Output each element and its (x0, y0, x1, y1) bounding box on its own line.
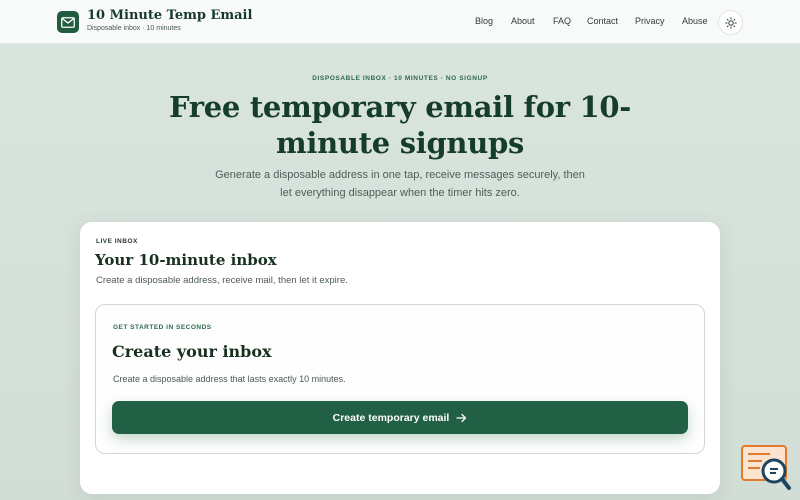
support-widget-button[interactable] (740, 444, 792, 492)
create-inbox-panel: GET STARTED IN SECONDS Create your inbox… (95, 304, 705, 454)
nav-about[interactable]: About (511, 16, 535, 26)
panel-description: Create a disposable address that lasts e… (113, 374, 346, 384)
arrow-right-icon (456, 413, 467, 422)
hero-description: Generate a disposable address in one tap… (215, 169, 585, 199)
card-description: Create a disposable address, receive mai… (96, 275, 348, 286)
hero-eyebrow: DISPOSABLE INBOX · 10 MINUTES · NO SIGNU… (312, 75, 488, 82)
cta-label: Create temporary email (332, 411, 450, 424)
sun-icon (724, 16, 737, 29)
theme-toggle-button[interactable] (718, 10, 743, 35)
live-inbox-card: LIVE INBOX Your 10-minute inbox Create a… (80, 222, 720, 494)
card-eyebrow: LIVE INBOX (96, 238, 138, 245)
nav-abuse[interactable]: Abuse (682, 16, 708, 26)
nav-contact[interactable]: Contact (587, 16, 618, 26)
panel-title: Create your inbox (112, 342, 272, 361)
search-chat-icon (741, 445, 791, 490)
hero-title: Free temporary email for 10-minute signu… (168, 90, 632, 160)
nav-privacy[interactable]: Privacy (635, 16, 665, 26)
card-title: Your 10-minute inbox (95, 251, 277, 269)
nav-blog[interactable]: Blog (475, 16, 493, 26)
panel-eyebrow: GET STARTED IN SECONDS (113, 324, 212, 331)
nav-faq[interactable]: FAQ (553, 16, 571, 26)
site-header: 10 Minute Temp Email Disposable inbox · … (0, 0, 800, 44)
main-nav: Blog About FAQ Contact Privacy Abuse (0, 16, 800, 28)
create-temporary-email-button[interactable]: Create temporary email (112, 401, 688, 434)
